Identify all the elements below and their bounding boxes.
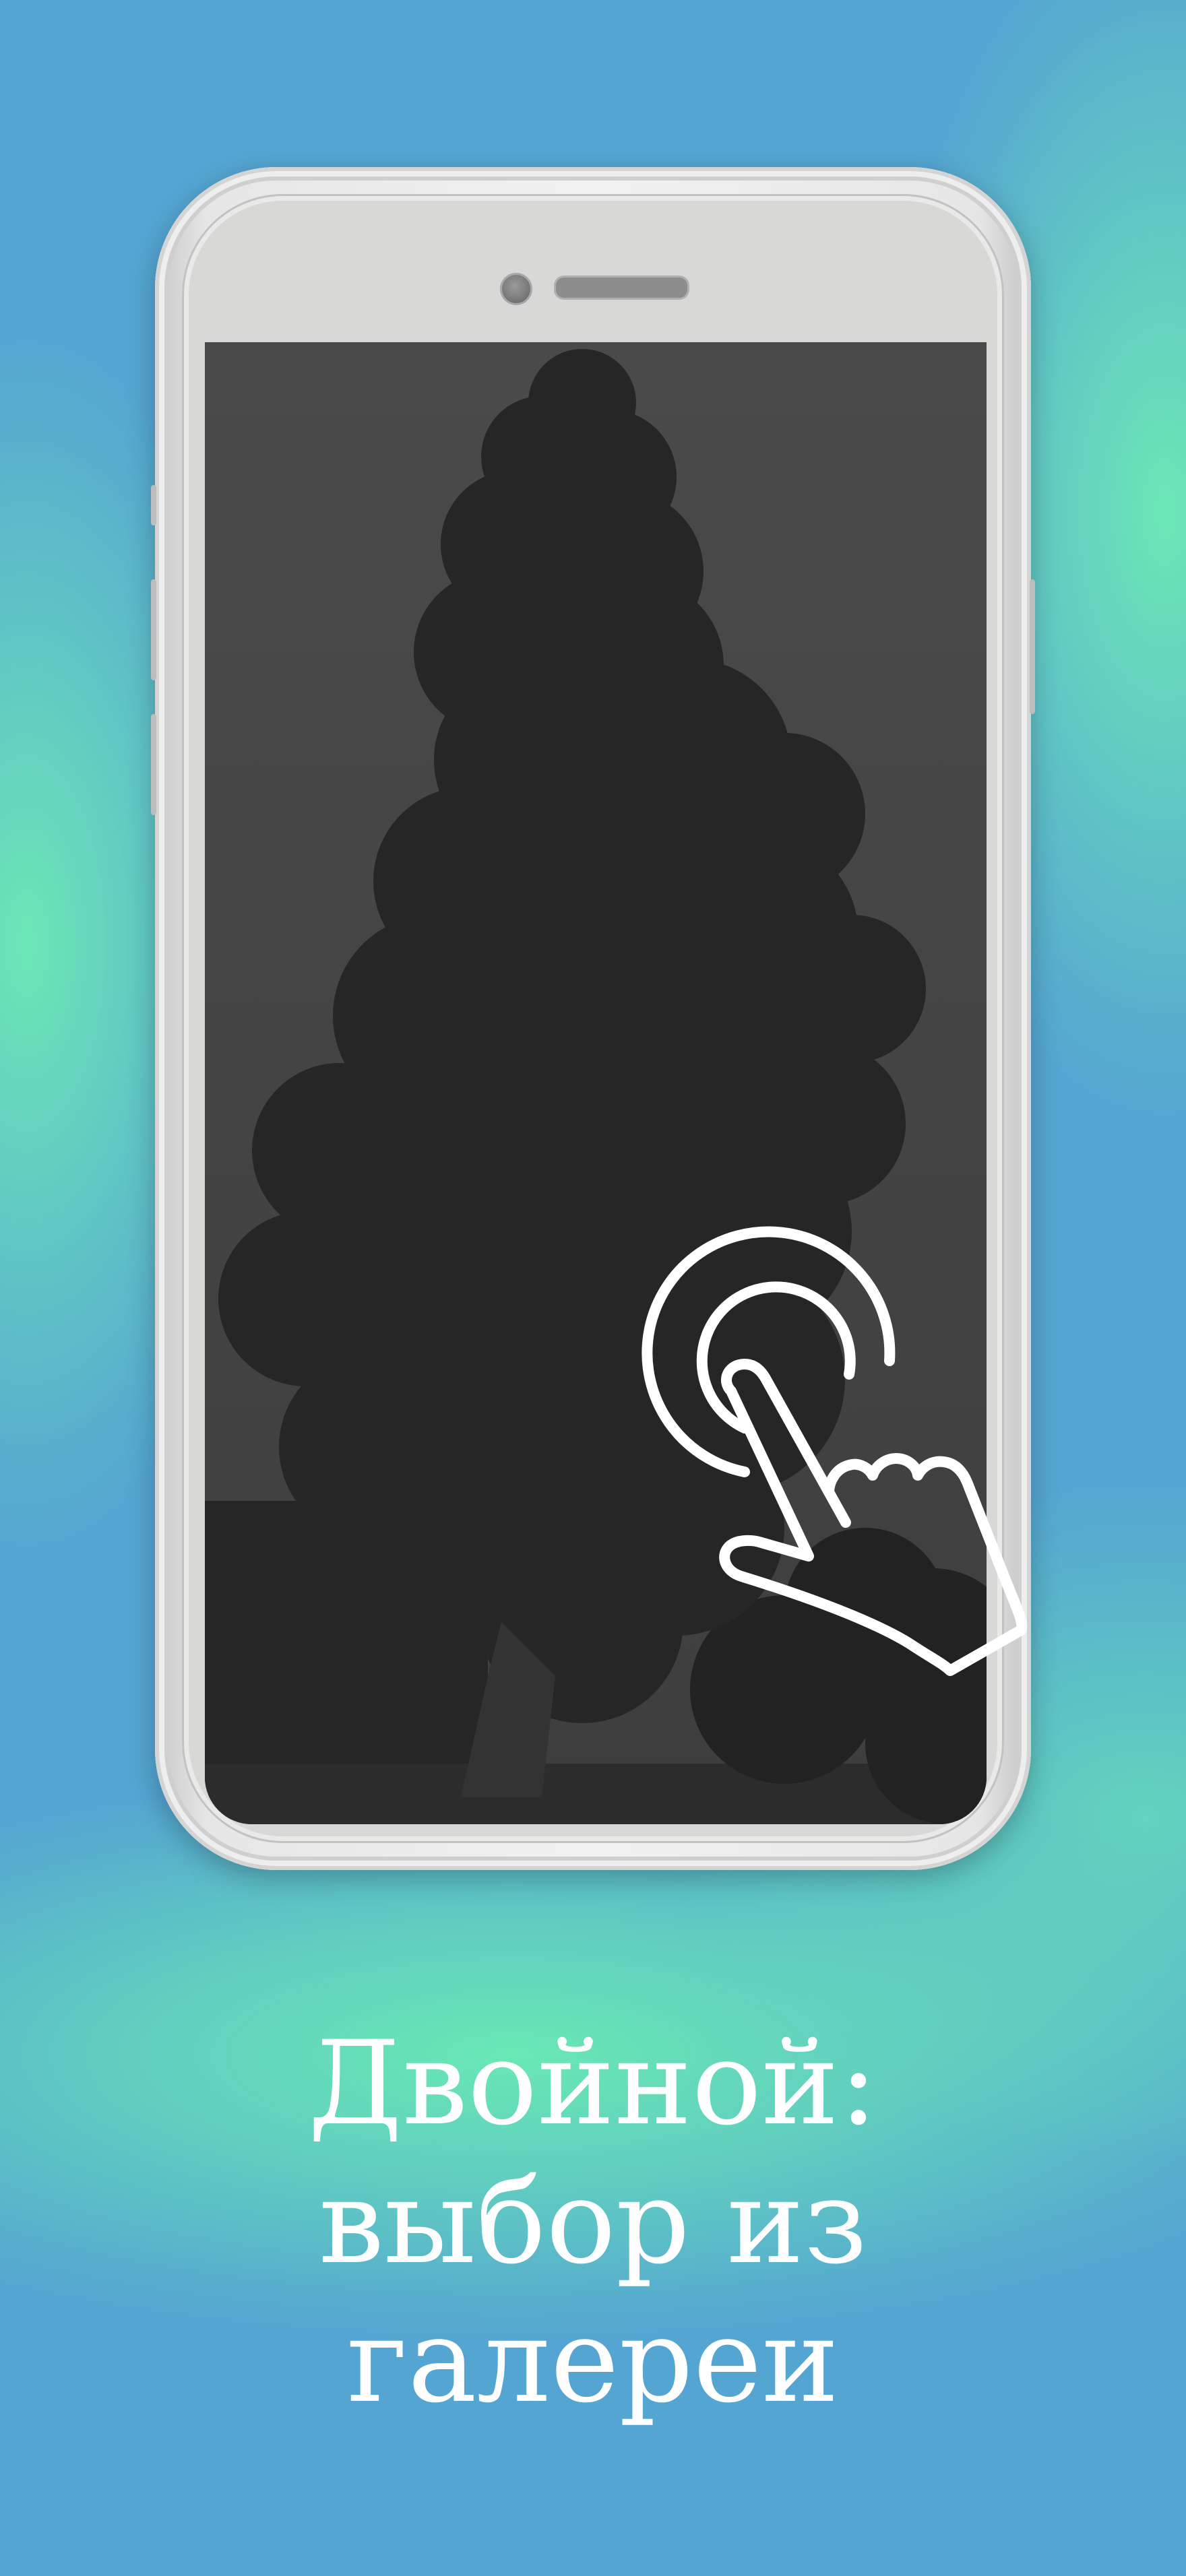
- ground: [205, 1764, 987, 1824]
- front-camera: [500, 273, 532, 305]
- earpiece-speaker: [554, 276, 689, 300]
- volume-down-button: [151, 714, 156, 815]
- caption: Двойной: выбор из галереи: [0, 2014, 1186, 2430]
- volume-up-button: [151, 579, 156, 680]
- caption-line-2: выбор из: [318, 2154, 868, 2290]
- caption-line-3: галереи: [346, 2293, 840, 2428]
- power-button: [1030, 579, 1035, 714]
- volume-button: [151, 485, 156, 525]
- double-tap-hand-icon: [642, 1226, 1028, 1676]
- caption-line-1: Двойной:: [308, 2016, 878, 2151]
